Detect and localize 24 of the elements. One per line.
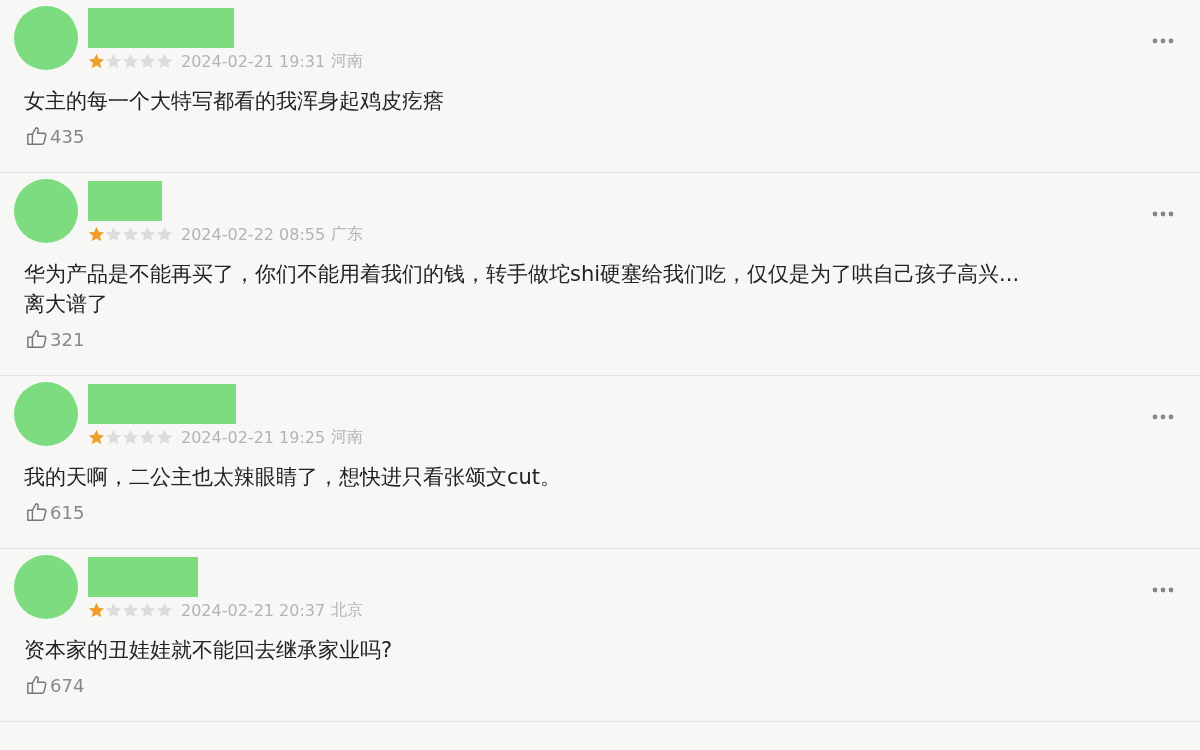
like-count: 321 (50, 328, 85, 350)
comment-text: 资本家的丑娃娃就不能回去继承家业吗? (24, 637, 394, 664)
comment-text: 女主的每一个大特写都看的我浑身起鸡皮疙瘩 (24, 88, 445, 115)
like-count: 615 (50, 501, 85, 523)
comment-location: 北京 (331, 599, 364, 621)
thumbs-up-icon[interactable] (26, 328, 48, 350)
more-icon[interactable] (1152, 587, 1174, 593)
comment-time: 2024-02-22 08:55 (181, 224, 326, 244)
comment-text: 我的天啊，二公主也太辣眼睛了，想快进只看张颂文cut。 (24, 464, 563, 491)
like-count: 435 (50, 125, 85, 147)
comment-time: 2024-02-21 19:25 (181, 427, 326, 447)
thumbs-up-icon[interactable] (26, 501, 48, 523)
like-count: 674 (50, 674, 85, 696)
more-icon[interactable] (1152, 211, 1174, 217)
thumbs-up-icon[interactable] (26, 674, 48, 696)
comment-time: 2024-02-21 20:37 (181, 600, 326, 620)
more-icon[interactable] (1152, 414, 1174, 420)
comment-text: 华为产品是不能再买了，你们不能用着我们的钱，转手做坨shi硬塞给我们吃，仅仅是为了哄自己孩子高兴... 离大谱了 (24, 261, 1021, 318)
comment-location: 河南 (331, 50, 364, 72)
comment-location: 河南 (331, 426, 364, 448)
more-icon[interactable] (1152, 38, 1174, 44)
comment-time: 2024-02-21 19:31 (181, 51, 326, 71)
thumbs-up-icon[interactable] (26, 125, 48, 147)
comment-location: 广东 (331, 223, 364, 245)
